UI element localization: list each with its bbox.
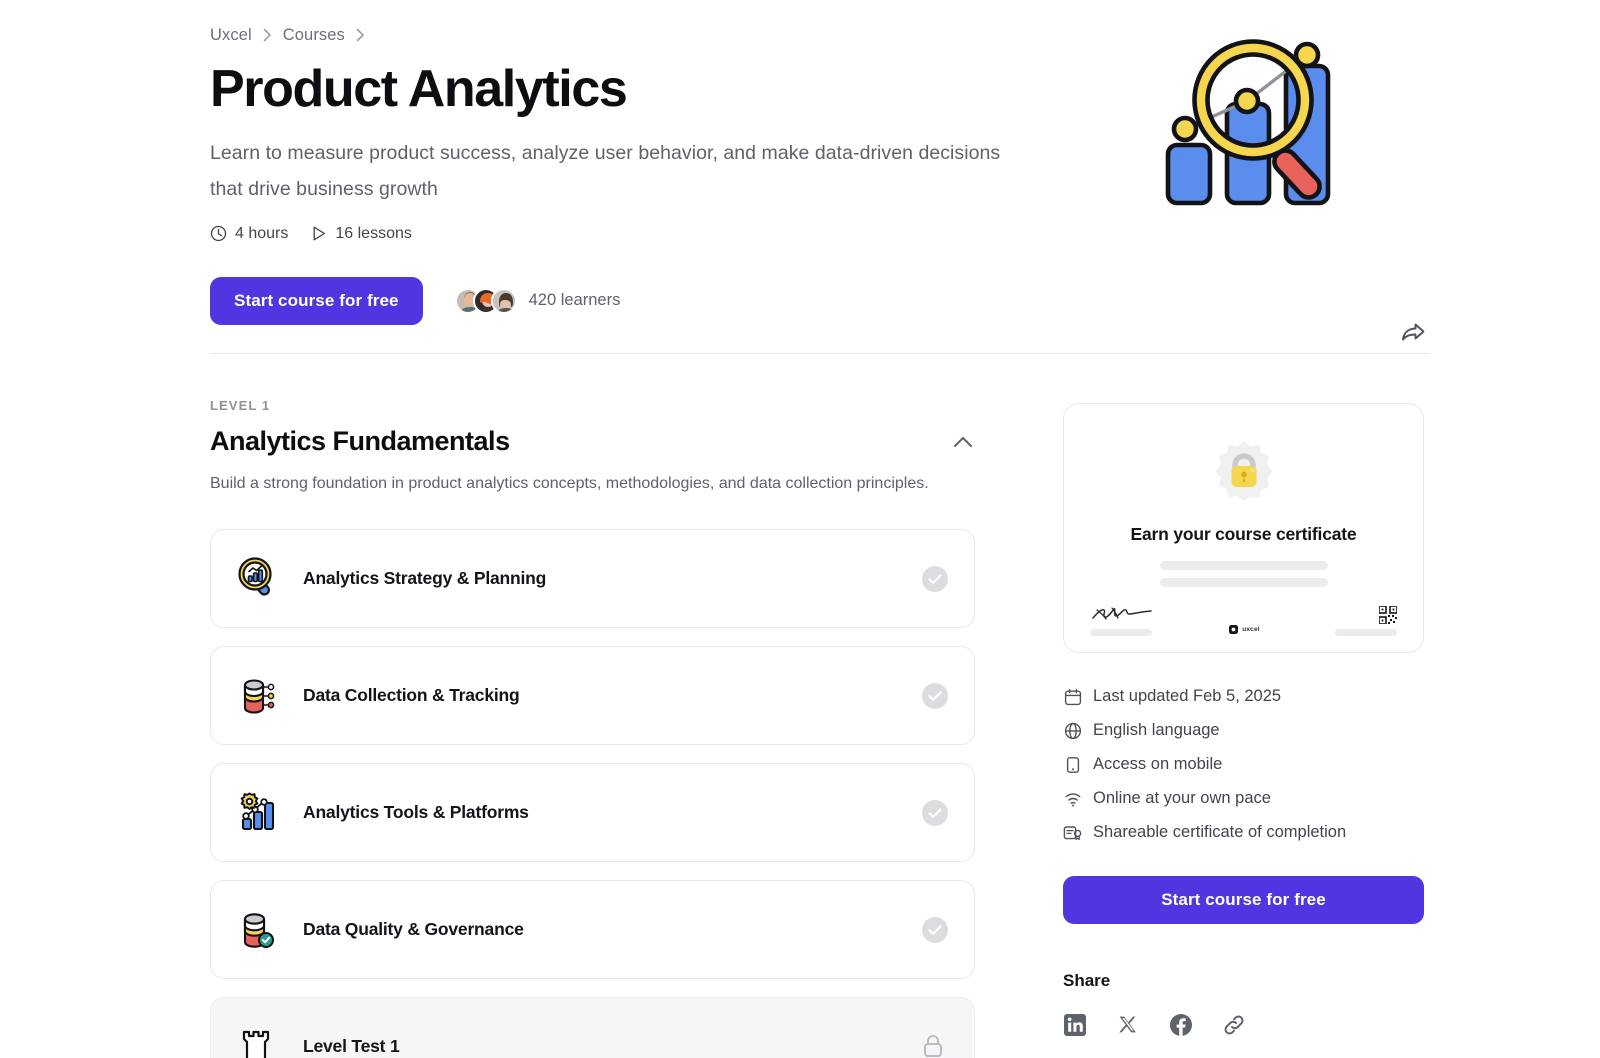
- learners-count: 420 learners: [528, 291, 621, 310]
- share-section-title: Share: [1063, 971, 1111, 990]
- share-links: [1063, 1013, 1424, 1037]
- check-circle-icon: [922, 799, 948, 826]
- gear-chart-icon: [235, 790, 281, 836]
- feature-certificate: Shareable certificate of completion: [1063, 823, 1424, 842]
- certificate-brand-name: uxcel: [1242, 626, 1260, 633]
- chevron-right-icon: [263, 28, 272, 42]
- certificate-signature: [1090, 604, 1154, 636]
- feature-language: English language: [1063, 721, 1424, 740]
- certificate-icon: [1063, 823, 1082, 842]
- certificate-title: Earn your course certificate: [1130, 524, 1357, 544]
- level-description: Build a strong foundation in product ana…: [210, 475, 929, 492]
- level-header-toggle[interactable]: Analytics Fundamentals: [210, 426, 975, 457]
- clock-icon: [210, 225, 227, 242]
- placeholder-line: [1335, 629, 1397, 636]
- placeholder-line: [1159, 561, 1328, 570]
- placeholder-line: [1159, 578, 1328, 587]
- wifi-icon: [1063, 789, 1082, 808]
- chevron-up-icon[interactable]: [951, 430, 975, 454]
- castle-tower-icon: [235, 1024, 281, 1058]
- feature-label: English language: [1093, 721, 1220, 739]
- lesson-list: Analytics Strategy & Planning Data Colle…: [210, 529, 975, 1058]
- feature-label: Shareable certificate of completion: [1093, 823, 1347, 841]
- magnifier-chart-icon: [235, 556, 281, 602]
- feature-label: Online at your own pace: [1093, 789, 1271, 807]
- curriculum-column: LEVEL 1 Analytics Fundamentals Build a s…: [210, 398, 975, 1058]
- certificate-card: Earn your course certificate uxcel: [1063, 403, 1424, 653]
- lesson-title: Data Quality & Governance: [303, 919, 524, 939]
- feature-mobile: Access on mobile: [1063, 755, 1424, 774]
- calendar-icon: [1063, 687, 1082, 706]
- lesson-title: Level Test 1: [303, 1036, 400, 1056]
- feature-pace: Online at your own pace: [1063, 789, 1424, 808]
- learners-group: 420 learners: [454, 287, 621, 314]
- feature-label: Access on mobile: [1093, 755, 1223, 773]
- meta-lessons-label: 16 lessons: [335, 224, 412, 242]
- breadcrumb-item-courses[interactable]: Courses: [283, 26, 345, 45]
- certificate-placeholder-lines: [1159, 561, 1328, 587]
- link-icon[interactable]: [1222, 1013, 1246, 1037]
- linkedin-icon[interactable]: [1063, 1013, 1087, 1037]
- globe-icon: [1063, 721, 1082, 740]
- check-circle-icon: [922, 916, 948, 943]
- course-meta: 4 hours 16 lessons: [210, 225, 1430, 243]
- lesson-card[interactable]: Analytics Tools & Platforms: [210, 763, 975, 862]
- course-feature-list: Last updated Feb 5, 2025 English languag…: [1063, 687, 1424, 842]
- share-arrow-icon[interactable]: [1396, 316, 1430, 350]
- database-check-icon: [235, 907, 281, 953]
- certificate-qr-group: [1335, 606, 1397, 636]
- feature-last-updated: Last updated Feb 5, 2025: [1063, 687, 1424, 706]
- lesson-card[interactable]: Analytics Strategy & Planning: [210, 529, 975, 628]
- facebook-icon[interactable]: [1169, 1013, 1193, 1037]
- course-description: Learn to measure product success, analyz…: [210, 141, 1001, 200]
- lesson-card[interactable]: Data Collection & Tracking: [210, 646, 975, 745]
- level-test-card[interactable]: Level Test 1: [210, 997, 975, 1058]
- hero-actions: Start course for free 420 learners: [210, 276, 1430, 325]
- uxcel-logo-icon: [1229, 625, 1239, 634]
- feature-label: Last updated Feb 5, 2025: [1093, 687, 1282, 705]
- magnifier-bar-chart-illustration: [1155, 22, 1345, 212]
- certificate-brand: uxcel: [1229, 625, 1260, 636]
- meta-lessons: 16 lessons: [312, 225, 412, 243]
- meta-duration: 4 hours: [210, 225, 288, 243]
- chevron-right-icon: [356, 28, 365, 42]
- breadcrumb-item-uxcel[interactable]: Uxcel: [210, 26, 252, 45]
- lesson-title: Analytics Strategy & Planning: [303, 568, 547, 588]
- course-sidebar: Earn your course certificate uxcel Last …: [1063, 403, 1424, 1037]
- lesson-title: Analytics Tools & Platforms: [303, 802, 529, 822]
- qr-code-icon: [1379, 606, 1397, 624]
- lesson-title: Data Collection & Tracking: [303, 685, 520, 705]
- avatar: [490, 287, 517, 314]
- check-circle-icon: [922, 565, 948, 592]
- sidebar-start-course-button[interactable]: Start course for free: [1063, 876, 1424, 924]
- avatar-stack: [454, 287, 517, 314]
- lesson-card[interactable]: Data Quality & Governance: [210, 880, 975, 979]
- level-title: Analytics Fundamentals: [210, 426, 510, 456]
- placeholder-line: [1090, 629, 1152, 636]
- lock-icon: [922, 1034, 948, 1058]
- start-course-button[interactable]: Start course for free: [210, 276, 423, 325]
- hero-divider: [210, 353, 1430, 354]
- lock-badge-icon: [1207, 438, 1281, 512]
- x-twitter-icon[interactable]: [1116, 1013, 1140, 1037]
- level-tag: LEVEL 1: [210, 398, 271, 413]
- course-page: Uxcel Courses Product Analytics Learn to…: [0, 0, 1600, 1058]
- mobile-icon: [1063, 755, 1082, 774]
- play-icon: [312, 225, 327, 242]
- signature-icon: [1092, 607, 1152, 620]
- database-tracking-icon: [235, 673, 281, 719]
- check-circle-icon: [922, 682, 948, 709]
- meta-duration-label: 4 hours: [235, 224, 289, 242]
- certificate-footer: uxcel: [1090, 604, 1397, 636]
